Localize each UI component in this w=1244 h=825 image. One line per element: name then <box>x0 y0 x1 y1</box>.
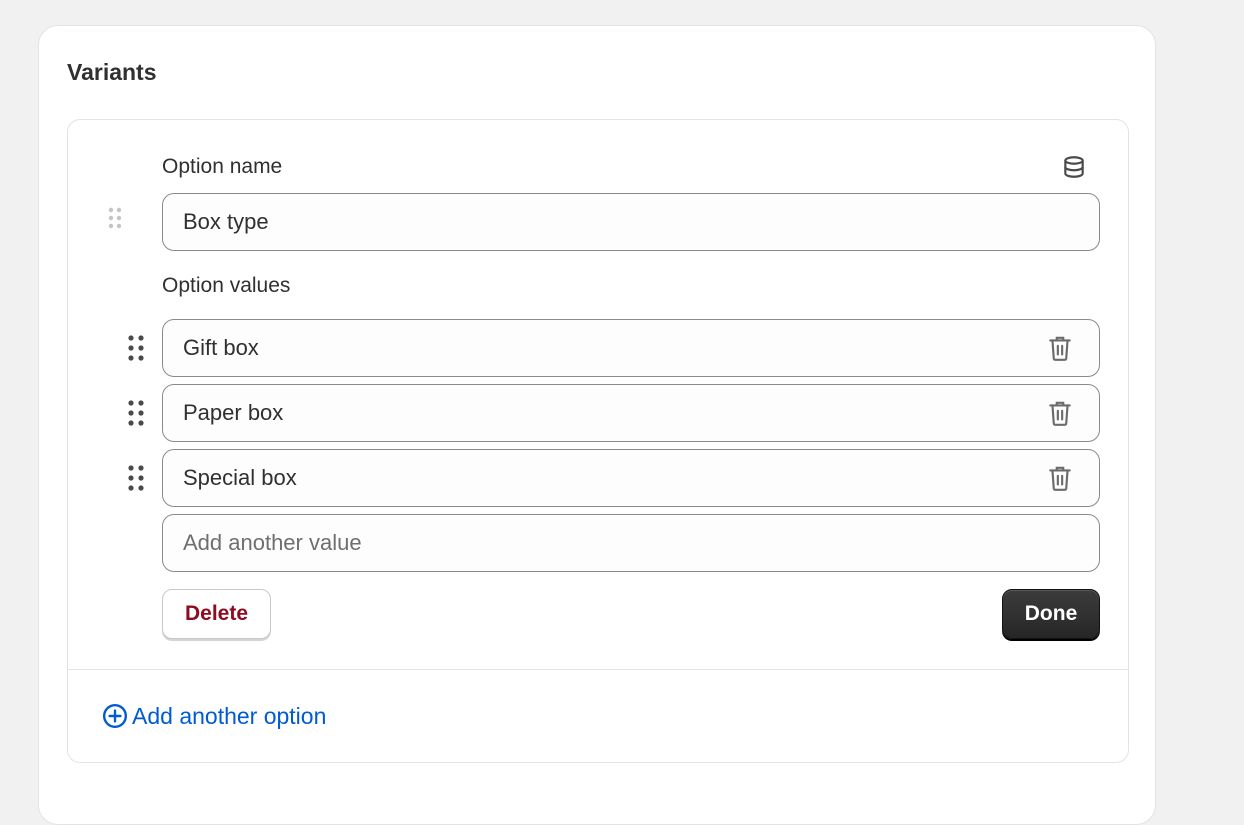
trash-icon[interactable] <box>1047 399 1073 427</box>
option-name-label: Option name <box>162 155 283 178</box>
done-button[interactable]: Done <box>1002 589 1100 639</box>
plus-circle-icon <box>102 703 128 729</box>
option-value-text: Paper box <box>183 400 284 425</box>
drag-handle-icon[interactable] <box>126 333 146 363</box>
option-value-text: Gift box <box>183 335 259 360</box>
database-icon[interactable] <box>1061 154 1087 180</box>
trash-icon[interactable] <box>1047 334 1073 362</box>
option-value-input[interactable]: Special box <box>162 449 1100 507</box>
option-values-label: Option values <box>162 274 291 297</box>
drag-handle-icon[interactable] <box>126 398 146 428</box>
drag-handle-icon[interactable] <box>106 206 124 230</box>
option-name-input[interactable]: Box type <box>162 193 1100 251</box>
add-value-input[interactable]: Add another value <box>162 514 1100 572</box>
add-another-option-label: Add another option <box>132 703 327 729</box>
option-value-input[interactable]: Paper box <box>162 384 1100 442</box>
variants-card: Variants Option name Box type Option val… <box>38 25 1156 825</box>
option-value-input[interactable]: Gift box <box>162 319 1100 377</box>
add-value-placeholder: Add another value <box>183 530 362 555</box>
card-title: Variants <box>67 59 157 85</box>
drag-handle-icon[interactable] <box>126 463 146 493</box>
delete-button[interactable]: Delete <box>162 589 271 639</box>
divider <box>68 669 1128 670</box>
option-editor: Option name Box type Option values Gift … <box>67 119 1129 763</box>
trash-icon[interactable] <box>1047 464 1073 492</box>
add-another-option-link[interactable]: Add another option <box>102 701 326 731</box>
option-value-text: Special box <box>183 465 297 490</box>
option-name-value: Box type <box>183 209 269 234</box>
